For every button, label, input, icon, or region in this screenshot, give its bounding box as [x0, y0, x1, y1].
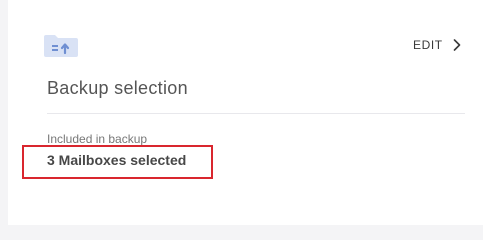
chevron-right-icon	[453, 39, 461, 51]
edit-label: EDIT	[413, 38, 443, 52]
edit-button[interactable]: EDIT	[413, 38, 461, 52]
included-in-backup-label: Included in backup	[47, 132, 148, 146]
card-title: Backup selection	[47, 78, 188, 98]
backup-selection-card: EDIT Backup selection Included in backup…	[8, 0, 483, 225]
divider	[47, 113, 465, 114]
folder-upload-icon	[43, 34, 79, 58]
highlight-annotation-box	[22, 145, 213, 179]
